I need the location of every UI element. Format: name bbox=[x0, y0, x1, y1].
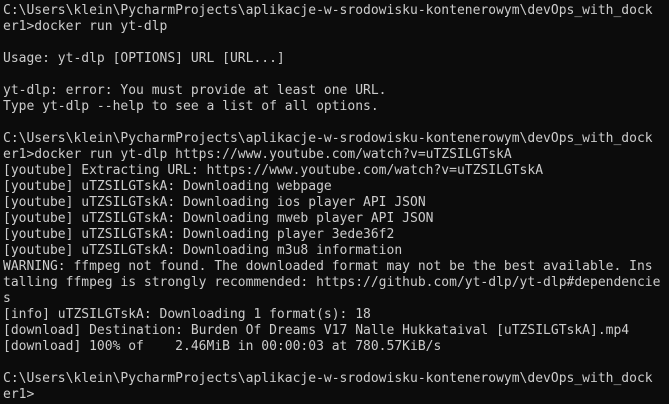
terminal-line-help-hint: Type yt-dlp --help to see a list of all … bbox=[3, 99, 379, 114]
terminal-line-command-1: er1>docker run yt-dlp bbox=[3, 19, 168, 34]
terminal-current-prompt: er1> bbox=[3, 387, 35, 402]
terminal-window[interactable]: C:\Users\klein\PycharmProjects\aplikacje… bbox=[0, 0, 669, 404]
terminal-line-output: [youtube] Extracting URL: https://www.yo… bbox=[3, 163, 544, 178]
terminal-line-warning: talling ffmpeg is strongly recommended: … bbox=[3, 275, 661, 290]
terminal-line-prompt-path-1: C:\Users\klein\PycharmProjects\aplikacje… bbox=[3, 3, 653, 18]
terminal-line-prompt-path-3: C:\Users\klein\PycharmProjects\aplikacje… bbox=[3, 371, 653, 386]
terminal-line-output: [download] Destination: Burden Of Dreams… bbox=[3, 323, 630, 338]
terminal-line-prompt-path-2: C:\Users\klein\PycharmProjects\aplikacje… bbox=[3, 131, 653, 146]
terminal-line-output: [youtube] uTZSILGTskA: Downloading mweb … bbox=[3, 211, 434, 226]
terminal-line-prompt-active[interactable]: er1> bbox=[3, 387, 669, 403]
terminal-line-warning: WARNING: ffmpeg not found. The downloade… bbox=[3, 259, 653, 274]
terminal-line-output: [youtube] uTZSILGTskA: Downloading webpa… bbox=[3, 179, 332, 194]
terminal-line-output: [youtube] uTZSILGTskA: Downloading m3u8 … bbox=[3, 243, 403, 258]
terminal-line-output: [youtube] uTZSILGTskA: Downloading playe… bbox=[3, 227, 395, 242]
terminal-line-usage: Usage: yt-dlp [OPTIONS] URL [URL...] bbox=[3, 51, 285, 66]
terminal-line-error: yt-dlp: error: You must provide at least… bbox=[3, 83, 387, 98]
terminal-line-command-2: er1>docker run yt-dlp https://www.youtub… bbox=[3, 147, 512, 162]
terminal-line-warning: s bbox=[3, 291, 11, 306]
terminal-line-output: [youtube] uTZSILGTskA: Downloading ios p… bbox=[3, 195, 426, 210]
terminal-line-output: [info] uTZSILGTskA: Downloading 1 format… bbox=[3, 307, 371, 322]
terminal-line-output: [download] 100% of 2.46MiB in 00:00:03 a… bbox=[3, 339, 442, 354]
